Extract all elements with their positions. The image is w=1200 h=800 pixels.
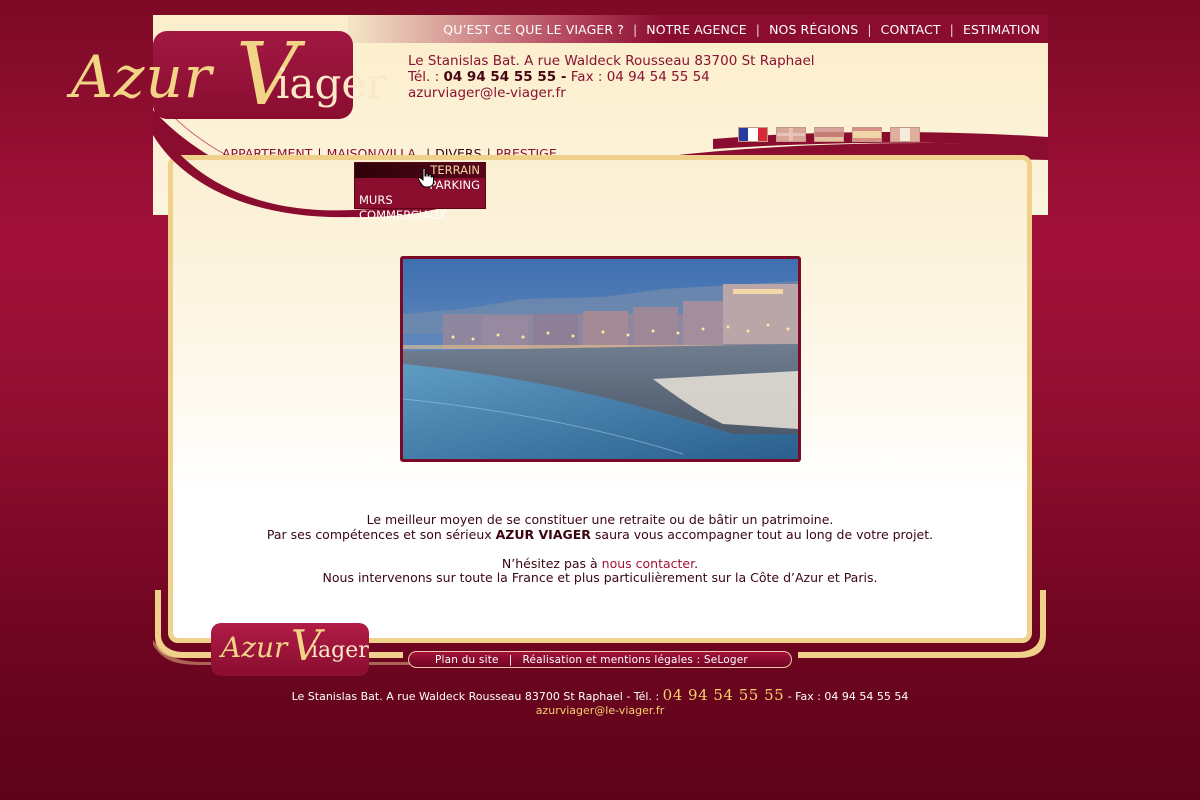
flag-uk-icon[interactable] bbox=[776, 127, 806, 142]
brand-name-bold: AZUR VIAGER bbox=[495, 526, 591, 542]
topnav-separator: | bbox=[632, 21, 638, 37]
topnav-separator: | bbox=[867, 21, 872, 37]
language-selector bbox=[738, 127, 920, 142]
site-logo[interactable]: Azur V iager bbox=[71, 25, 401, 144]
topnav-item-regions[interactable]: NOS RÉGIONS bbox=[769, 22, 858, 37]
flag-it-icon[interactable] bbox=[890, 127, 920, 142]
flag-es-icon[interactable] bbox=[852, 127, 882, 142]
intro-spacer bbox=[168, 542, 1032, 557]
intro-line-2: Par ses compétences et son sérieux AZUR … bbox=[168, 526, 1032, 543]
topnav-item-agence[interactable]: NOTRE AGENCE bbox=[646, 22, 746, 37]
footer-fax: - Fax : 04 94 54 55 54 bbox=[787, 690, 909, 703]
footer-separator: | bbox=[508, 653, 513, 666]
topnav-item-estimation[interactable]: ESTIMATION bbox=[963, 22, 1040, 37]
footer-contact-info: Le Stanislas Bat. A rue Waldeck Rousseau… bbox=[0, 688, 1200, 718]
contact-us-link[interactable]: nous contacter bbox=[602, 556, 694, 571]
intro-line-2-start: Par ses compétences et son sérieux bbox=[266, 526, 496, 542]
hand-cursor-icon bbox=[418, 168, 434, 188]
topnav-separator: | bbox=[949, 21, 954, 37]
flag-de-icon[interactable] bbox=[814, 127, 844, 142]
header-address: Le Stanislas Bat. A rue Waldeck Rousseau… bbox=[408, 53, 815, 69]
flag-fr-icon[interactable] bbox=[738, 127, 768, 142]
submenu-item-murs-commerciaux[interactable]: MURS COMMERCIAUX bbox=[355, 193, 485, 222]
intro-line-1: Le meilleur moyen de se constituer une r… bbox=[366, 512, 834, 527]
footer-email[interactable]: azurviager@le-viager.fr bbox=[0, 704, 1200, 718]
header-tel-number: 04 94 54 55 55 - bbox=[443, 69, 567, 85]
legal-notice-link[interactable]: Réalisation et mentions légales : SeLoge… bbox=[522, 654, 747, 666]
footer-address: Le Stanislas Bat. A rue Waldeck Rousseau… bbox=[291, 690, 660, 703]
logo-text-azur: Azur bbox=[71, 43, 213, 111]
topnav-item-contact[interactable]: CONTACT bbox=[881, 22, 941, 37]
intro-text: Le meilleur moyen de se constituer une r… bbox=[168, 512, 1032, 586]
footer-address-line: Le Stanislas Bat. A rue Waldeck Rousseau… bbox=[0, 688, 1200, 704]
footer-links-bar: Plan du site | Réalisation et mentions l… bbox=[408, 651, 792, 668]
sitemap-link[interactable]: Plan du site bbox=[435, 654, 499, 666]
header-email[interactable]: azurviager@le-viager.fr bbox=[408, 85, 868, 101]
footer-phone: 04 94 54 55 55 bbox=[662, 686, 785, 704]
header-phone-line: Tél. : 04 94 54 55 55 - Fax : 04 94 54 5… bbox=[408, 69, 868, 85]
intro-line-4: Nous intervenons sur toute la France et … bbox=[322, 570, 878, 585]
header-tel-label: Tél. : bbox=[408, 69, 440, 85]
footer-logo-text-azur: Azur bbox=[221, 631, 288, 664]
intro-line-2-end: saura vous accompagner tout au long de v… bbox=[590, 526, 934, 542]
intro-line-3-start: N’hésitez pas à bbox=[501, 555, 602, 571]
logo-text-iager: iager bbox=[276, 59, 387, 108]
footer-logo-text-iager: iager bbox=[311, 638, 369, 663]
intro-line-3: N’hésitez pas à nous contacter. bbox=[168, 555, 1032, 572]
intro-line-3-end: . bbox=[694, 555, 699, 571]
footer-logo[interactable]: Azur V iager bbox=[211, 623, 369, 676]
hero-photo-nice-promenade bbox=[400, 256, 801, 462]
header-fax: Fax : 04 94 54 55 54 bbox=[570, 69, 710, 85]
top-navigation: QU’EST CE QUE LE VIAGER ? | NOTRE AGENCE… bbox=[443, 15, 1048, 43]
header-contact-info: Le Stanislas Bat. A rue Waldeck Rousseau… bbox=[408, 53, 868, 101]
topnav-item-viager[interactable]: QU’EST CE QUE LE VIAGER ? bbox=[443, 22, 624, 37]
topnav-separator: | bbox=[755, 21, 761, 37]
